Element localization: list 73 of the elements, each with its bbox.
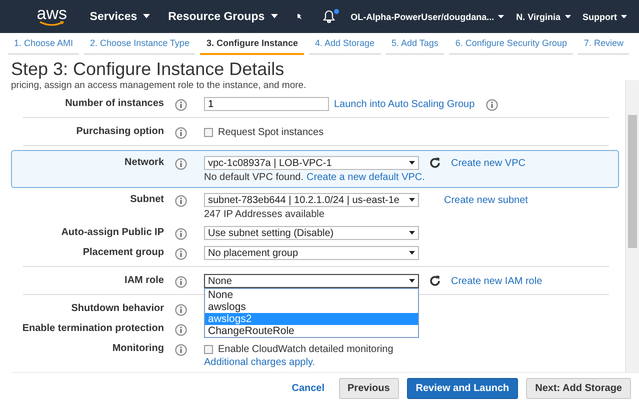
create-link[interactable]: Create new subnet: [444, 194, 528, 206]
checkbox-label: Enable CloudWatch detailed monitoring: [218, 344, 394, 355]
caret-icon: [409, 279, 415, 283]
select-field[interactable]: No placement group: [204, 246, 419, 260]
support-menu[interactable]: Support: [582, 12, 627, 22]
caret-icon: [409, 198, 415, 202]
info-icon[interactable]: [175, 99, 187, 111]
info-icon[interactable]: [175, 344, 187, 356]
page-heading: Step 3: Configure Instance Details: [11, 58, 286, 80]
wizard-step-tab[interactable]: 6. Configure Security Group: [449, 37, 573, 55]
caret-icon: [564, 14, 570, 18]
caret-icon: [409, 231, 415, 235]
select-field[interactable]: Use subnet setting (Disable): [204, 226, 419, 240]
info-icon[interactable]: [175, 248, 187, 260]
checkbox[interactable]: [204, 128, 213, 137]
field-label: Subnet: [129, 193, 164, 205]
secondary-button[interactable]: Next: Add Storage: [526, 378, 631, 399]
field-label: Network: [124, 156, 164, 168]
checkbox-label: Request Spot instances: [218, 127, 324, 138]
aws-logo[interactable]: aws: [36, 6, 68, 21]
create-link[interactable]: Create new VPC: [451, 158, 526, 168]
caret-icon: [621, 14, 627, 18]
bell-icon[interactable]: [322, 10, 335, 23]
info-icon[interactable]: [175, 228, 187, 240]
field-label: Purchasing option: [75, 125, 164, 137]
select-field[interactable]: subnet-783eb644 | 10.2.1.0/24 | us-east-1e: [204, 193, 419, 207]
nav-menu[interactable]: Services: [90, 10, 150, 22]
wizard-step-tab[interactable]: 3. Configure Instance: [200, 37, 304, 55]
field-label: IAM role: [124, 274, 164, 286]
default-vpc-link[interactable]: Create a new default VPC.: [306, 172, 425, 183]
wizard-step-tab[interactable]: 2. Choose Instance Type: [84, 37, 196, 55]
number-field[interactable]: 1: [204, 97, 329, 111]
secondary-button[interactable]: Previous: [338, 378, 399, 399]
caret-icon: [498, 14, 504, 18]
info-icon[interactable]: [175, 276, 187, 288]
wizard-step-tab[interactable]: 5. Add Tags: [386, 37, 444, 55]
region-menu[interactable]: N. Virginia: [516, 12, 570, 22]
checkbox[interactable]: [204, 345, 213, 354]
wizard-step-tab[interactable]: 1. Choose AMI: [8, 37, 80, 55]
wizard-step-tab[interactable]: 7. Review: [578, 37, 630, 55]
refresh-icon[interactable]: [429, 157, 441, 169]
caret-icon: [409, 161, 415, 165]
field-label: Enable termination protection: [21, 322, 164, 334]
info-icon[interactable]: [175, 158, 187, 170]
refresh-icon[interactable]: [429, 275, 441, 287]
field-label: Shutdown behavior: [70, 302, 164, 314]
pin-icon[interactable]: [296, 11, 303, 22]
note-text: 247 IP Addresses available: [204, 209, 324, 220]
scrollbar[interactable]: [625, 80, 639, 372]
nav-menu[interactable]: Resource Groups: [168, 10, 278, 22]
note-text: No default VPC found.: [204, 172, 304, 183]
cancel-link[interactable]: Cancel: [292, 383, 325, 394]
account-menu[interactable]: OL-Alpha-PowerUser/dougdana...: [350, 12, 504, 22]
primary-button[interactable]: Review and Launch: [406, 378, 518, 399]
scrollbar-thumb[interactable]: [628, 115, 637, 248]
wizard-step-tab[interactable]: 4. Add Storage: [308, 37, 381, 55]
info-icon[interactable]: [175, 127, 187, 139]
auto-scaling-link[interactable]: Launch into Auto Scaling Group: [334, 98, 475, 110]
create-link[interactable]: Create new IAM role: [451, 276, 542, 286]
caret-icon: [409, 251, 415, 255]
field-label: Number of instances: [64, 97, 164, 109]
smile-arrow-icon: [38, 21, 65, 27]
select-field[interactable]: vpc-1c08937a | LOB-VPC-1: [204, 156, 419, 170]
field-label: Auto-assign Public IP: [60, 226, 164, 238]
info-icon[interactable]: [175, 195, 187, 207]
info-icon[interactable]: [486, 99, 498, 111]
select-field[interactable]: None: [204, 274, 419, 288]
intro-text: pricing, assign an access management role to the instance, and more.: [11, 80, 308, 93]
info-icon[interactable]: [175, 324, 187, 336]
field-label: Placement group: [82, 246, 164, 258]
info-icon[interactable]: [175, 304, 187, 316]
field-label: Monitoring: [111, 342, 164, 354]
charges-link[interactable]: Additional charges apply.: [204, 357, 394, 368]
